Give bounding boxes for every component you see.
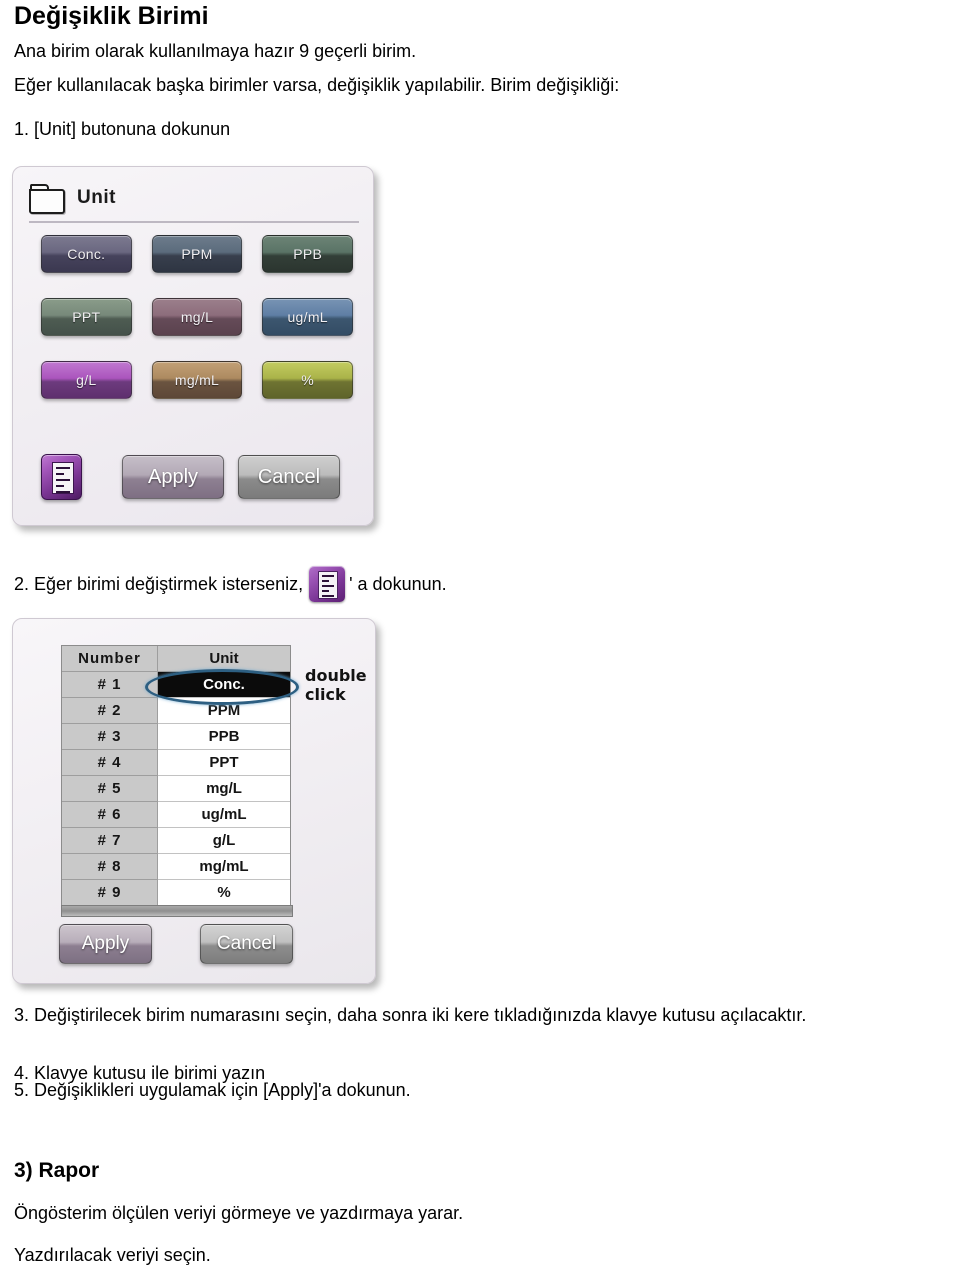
table-row[interactable]: # 2 PPM <box>62 698 290 724</box>
report-list-icon[interactable] <box>41 454 82 500</box>
unit-button-row-3: g/L mg/mL % <box>41 361 354 399</box>
step-3-text: 3. Değiştirilecek birim numarasını seçin… <box>14 1005 807 1025</box>
report-list-icon-inline <box>309 566 346 602</box>
folder-icon <box>29 184 65 214</box>
cell-number: # 3 <box>62 724 158 750</box>
cell-unit[interactable]: PPB <box>158 724 290 750</box>
table-row[interactable]: # 4 PPT <box>62 750 290 776</box>
unit-dialog-titlebar: Unit <box>29 175 359 223</box>
table-row[interactable]: # 7 g/L <box>62 828 290 854</box>
table-header-row: Number Unit <box>62 646 290 672</box>
intro-line-1: Ana birim olarak kullanılmaya hazır 9 ge… <box>14 41 417 61</box>
cell-unit[interactable]: PPM <box>158 698 290 724</box>
document-page: Değişiklik Birimi Ana birim olarak kulla… <box>0 0 960 1274</box>
unit-button-mgml[interactable]: mg/mL <box>151 361 243 399</box>
unit-button-conc[interactable]: Conc. <box>41 235 132 273</box>
cell-number: # 4 <box>62 750 158 776</box>
unit-button-mgl[interactable]: mg/L <box>151 298 243 336</box>
cell-number: # 1 <box>62 672 158 698</box>
page-title: Değişiklik Birimi <box>14 2 209 30</box>
unit-button-grid: Conc. PPM PPB PPT mg/L ug/mL g/L mg/mL % <box>41 235 354 424</box>
unit-button-percent[interactable]: % <box>262 361 354 399</box>
apply-button[interactable]: Apply <box>59 924 152 964</box>
cell-number: # 9 <box>62 880 158 906</box>
cell-unit[interactable]: PPT <box>158 750 290 776</box>
unit-dialog-footer: Apply Cancel <box>41 454 354 500</box>
step-1-text: 1. [Unit] butonuna dokunun <box>14 119 231 139</box>
rapor-line-1: Öngösterim ölçülen veriyi görmeye ve yaz… <box>14 1203 464 1223</box>
cell-unit[interactable]: % <box>158 880 290 906</box>
table-row[interactable]: # 1 Conc. <box>62 672 290 698</box>
cell-unit[interactable]: mg/mL <box>158 854 290 880</box>
cell-unit[interactable]: mg/L <box>158 776 290 802</box>
cell-number: # 5 <box>62 776 158 802</box>
step-2-text-after: ' a dokunun. <box>349 573 447 594</box>
intro-line-2: Eğer kullanılacak başka birimler varsa, … <box>14 75 620 95</box>
section-title-rapor: 3) Rapor <box>14 1159 100 1182</box>
cancel-button[interactable]: Cancel <box>200 924 293 964</box>
unit-dialog-screenshot: Unit Conc. PPM PPB PPT mg/L ug/mL g/L mg… <box>12 166 374 526</box>
unit-button-row-1: Conc. PPM PPB <box>41 235 354 273</box>
table-horizontal-scrollbar[interactable] <box>61 905 293 917</box>
table-row[interactable]: # 5 mg/L <box>62 776 290 802</box>
table-row[interactable]: # 9 % <box>62 880 290 906</box>
double-click-annotation-line-2: click <box>305 685 346 704</box>
step-2-text-before: 2. Eğer birimi değiştirmek isterseniz, <box>14 573 304 594</box>
table-row[interactable]: # 8 mg/mL <box>62 854 290 880</box>
cell-unit[interactable]: g/L <box>158 828 290 854</box>
unit-button-ppm[interactable]: PPM <box>151 235 243 273</box>
step-5-text: 5. Değişiklikleri uygulamak için [Apply]… <box>14 1080 411 1100</box>
column-header-unit: Unit <box>158 646 290 672</box>
cell-number: # 8 <box>62 854 158 880</box>
unit-list-dialog-footer: Apply Cancel <box>59 924 293 964</box>
cell-number: # 2 <box>62 698 158 724</box>
unit-button-ugml[interactable]: ug/mL <box>262 298 354 336</box>
cell-unit[interactable]: ug/mL <box>158 802 290 828</box>
column-header-number: Number <box>62 646 158 672</box>
unit-dialog-title: Unit <box>77 187 116 208</box>
cell-number: # 7 <box>62 828 158 854</box>
unit-button-row-2: PPT mg/L ug/mL <box>41 298 354 336</box>
apply-button[interactable]: Apply <box>122 455 224 499</box>
cell-number: # 6 <box>62 802 158 828</box>
double-click-annotation: double click <box>305 666 367 704</box>
cell-unit[interactable]: Conc. <box>158 672 290 698</box>
step-2-text: 2. Eğer birimi değiştirmek isterseniz, '… <box>14 566 447 602</box>
unit-list-dialog-screenshot: Number Unit # 1 Conc. # 2 PPM # 3 PPB # … <box>12 618 376 984</box>
cancel-button[interactable]: Cancel <box>238 455 340 499</box>
unit-list-table: Number Unit # 1 Conc. # 2 PPM # 3 PPB # … <box>61 645 291 906</box>
rapor-line-2: Yazdırılacak veriyi seçin. <box>14 1245 211 1265</box>
unit-button-ppb[interactable]: PPB <box>262 235 354 273</box>
table-row[interactable]: # 6 ug/mL <box>62 802 290 828</box>
unit-button-gl[interactable]: g/L <box>41 361 132 399</box>
unit-button-ppt[interactable]: PPT <box>41 298 132 336</box>
double-click-annotation-line-1: double <box>305 666 367 685</box>
table-row[interactable]: # 3 PPB <box>62 724 290 750</box>
